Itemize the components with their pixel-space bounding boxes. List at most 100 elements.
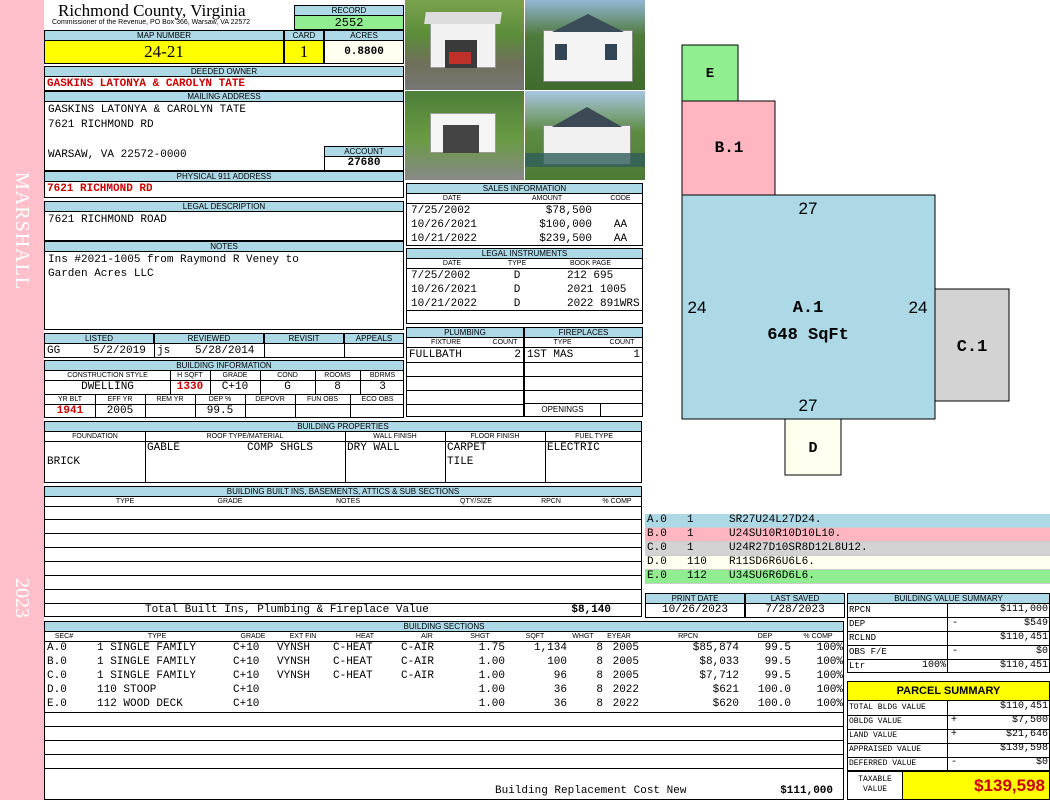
sections-cell: 1.00 — [478, 656, 505, 668]
ps-total-bldg: $110,451 — [999, 701, 1048, 712]
sketch-svg: E B.1 A.1 648 SqFt C.1 D 27 27 24 24 — [681, 44, 1010, 476]
sections-cell: 1.00 — [478, 684, 505, 696]
account-value: 27680 — [324, 156, 404, 171]
legend-num: 1 — [687, 542, 694, 554]
print-date-value: 10/26/2023 — [645, 603, 745, 618]
bi-h-yrblt: YR BLT — [45, 395, 95, 405]
sales-h-date: DATE — [407, 194, 497, 204]
district-label: MARSHALL — [11, 172, 33, 291]
sections-table: SEC# TYPE GRADE EXT FIN HEAT AIR SHGT SQFT WHGT E… — [44, 631, 844, 800]
bi-construction: DWELLING — [81, 381, 134, 393]
vs-ltr-label: Ltr — [849, 661, 866, 671]
sections-cell: C+10 — [233, 698, 260, 710]
sections-cell: VYNSH — [277, 670, 311, 682]
legend-vector: U34SU6R6D6L6. — [729, 570, 815, 582]
sketch-area: E B.1 A.1 648 SqFt C.1 D 27 27 24 24 — [645, 0, 1050, 514]
pr-h-floor: FLOOR FINISH — [445, 432, 545, 442]
bi-h-ecoobs: ECO OBS — [350, 395, 403, 405]
bi-h-effyr: EFF YR — [95, 395, 145, 405]
owner-name: GASKINS LATONYA & CAROLYN TATE — [47, 78, 246, 90]
vs-dep: $549 — [1023, 618, 1048, 629]
sections-divider — [45, 712, 843, 713]
sales-code: AA — [613, 219, 628, 231]
sidebar-strip: MARSHALL 2023 — [0, 0, 44, 800]
fp-openings-label: OPENINGS — [541, 405, 584, 414]
legend-vector: SR27U24L27D24. — [729, 514, 822, 526]
map-value: 24-21 — [44, 40, 284, 64]
bi-h-funobs: FUN OBS — [295, 395, 350, 405]
sections-cell: 99.5 — [764, 656, 791, 668]
sections-cell: 8 — [596, 656, 603, 668]
sections-divider — [45, 740, 843, 741]
legend-vector: R11SD6R6U6L6. — [729, 556, 815, 568]
legal-desc-box: 7621 RICHMOND ROAD — [44, 211, 404, 241]
sections-cell: 99.5 — [764, 642, 791, 654]
legend-vector: U24SU10R10D10L10. — [729, 528, 842, 540]
sections-col-header: SHGT — [455, 632, 505, 642]
parcel-summary-box: TOTAL BLDG VALUE $110,451 OBLDG VALUE + … — [847, 700, 1050, 771]
sections-cell: C+10 — [233, 670, 260, 682]
pr-floor1: CARPET — [447, 442, 487, 454]
building-info-box: CONSTRUCTION STYLE H SQFT GRADE COND ROO… — [44, 370, 404, 418]
pr-foundation: BRICK — [47, 456, 81, 468]
bi-h-grade: GRADE — [210, 371, 260, 381]
fp-h-count: COUNT — [600, 338, 642, 348]
sections-col-header: TYPE — [83, 632, 231, 642]
bi-h-rooms: ROOMS — [315, 371, 360, 381]
li-divider — [407, 310, 642, 311]
legend-row: A.0 1 SR27U24L27D24. — [645, 514, 1050, 528]
sketch-label-d: D — [808, 440, 817, 457]
li-h-date: DATE — [407, 259, 497, 269]
photo-house-ramp[interactable] — [525, 91, 645, 180]
acres-value: 0.8800 — [324, 40, 404, 64]
sections-divider — [45, 754, 843, 755]
legend-row: B.0 1 U24SU10R10D10L10. — [645, 528, 1050, 542]
sections-cell: $8,033 — [699, 656, 739, 668]
photo-house-side[interactable] — [525, 0, 645, 90]
sections-cell: 36 — [553, 684, 567, 696]
photo-garage-drive[interactable] — [405, 91, 524, 180]
pr-h-found: FOUNDATION — [45, 432, 145, 442]
bi-h-bdrms: BDRMS — [360, 371, 403, 381]
legend-code: E.0 — [647, 570, 667, 582]
pl-count: 2 — [514, 349, 521, 361]
sales-date: 10/21/2022 — [411, 233, 478, 245]
sketch-dim-bottom: 27 — [799, 396, 818, 415]
sections-cell: VYNSH — [277, 656, 311, 668]
sections-cell: 1.00 — [478, 670, 505, 682]
sections-cell: 100.0 — [757, 698, 791, 710]
sections-cell: VYNSH — [277, 642, 311, 654]
sketch-label-a1: A.1 — [793, 299, 824, 318]
sections-cell: 2022 — [612, 698, 639, 710]
sections-cell: 1.00 — [478, 698, 505, 710]
sections-cell: 100% — [816, 656, 843, 668]
mailing-line3: WARSAW, VA 22572-0000 — [48, 149, 187, 161]
sections-cell: C.0 — [47, 670, 67, 682]
bi-rooms: 8 — [334, 381, 341, 393]
sales-table: DATE AMOUNT CODE 7/25/2002 $78,500 10/26/2… — [406, 193, 643, 246]
notes-line2: Garden Acres LLC — [48, 268, 154, 280]
pl-h-fixture: FIXTURE — [407, 338, 485, 348]
sections-cell: 1.75 — [478, 642, 505, 654]
taxable-value: $139,598 — [902, 771, 1050, 800]
li-h-book: BOOK PAGE — [537, 259, 642, 269]
photo-garage-front[interactable] — [405, 0, 524, 90]
bt-h-type: TYPE — [45, 497, 205, 507]
physical-value: 7621 RICHMOND RD — [47, 183, 153, 195]
sketch-label-e: E — [706, 66, 714, 82]
sections-cell: C-AIR — [401, 656, 435, 668]
builtins-total-label: Total Built Ins, Plumbing & Fireplace Va… — [145, 604, 429, 616]
li-date: 10/21/2022 — [411, 298, 478, 310]
sketch-dim-right: 24 — [909, 298, 928, 317]
reviewed-date: 5/28/2014 — [195, 345, 255, 357]
pr-h-roof: ROOF TYPE/MATERIAL — [145, 432, 345, 442]
year-label: 2023 — [11, 578, 33, 618]
sections-col-header: % COMP — [791, 632, 843, 642]
sales-amount: $239,500 — [539, 233, 592, 245]
fp-type: 1ST MAS — [527, 349, 574, 361]
bi-dep: 99.5 — [206, 405, 234, 417]
sections-cell: 96 — [553, 670, 567, 682]
listed-date: 5/2/2019 — [93, 345, 146, 357]
sections-cell: C+10 — [233, 656, 260, 668]
pr-fuel: ELECTRIC — [547, 442, 600, 454]
